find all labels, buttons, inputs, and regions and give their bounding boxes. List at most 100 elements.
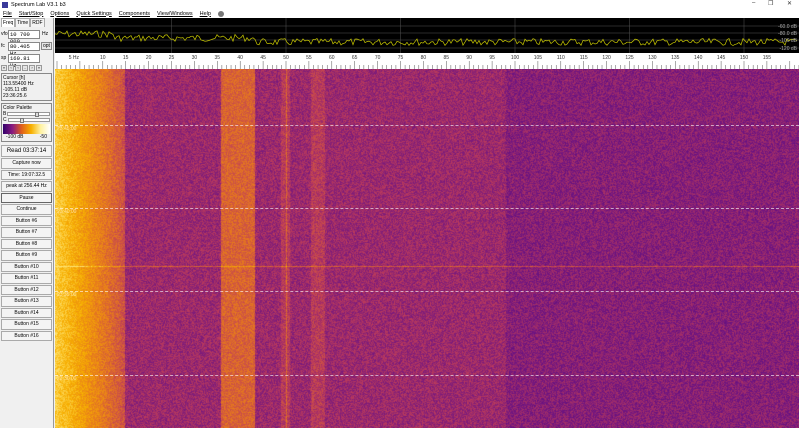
waterfall-display[interactable]: 23:45:00 23:40:00 23:35:00 23:30:00 bbox=[55, 69, 799, 428]
app-icon bbox=[2, 2, 8, 8]
time-marker-line bbox=[55, 125, 799, 126]
db-label: -80.0 dB bbox=[778, 31, 798, 37]
freq-tick-label: 140 bbox=[694, 55, 703, 61]
scroll-far-left-button[interactable]: « bbox=[1, 65, 7, 71]
maximize-button[interactable]: ❐ bbox=[768, 0, 773, 7]
custom-button[interactable]: Button #14 bbox=[1, 308, 52, 319]
window-title: Spectrum Lab V3.1 b3 bbox=[11, 2, 66, 8]
time-marker-line bbox=[55, 208, 799, 209]
db-label: -60.0 dB bbox=[778, 24, 798, 30]
db-label: -120 dB bbox=[779, 46, 797, 52]
scroll-left-button[interactable]: ‹ bbox=[8, 65, 14, 71]
cursor-info: Cursor [h] 113.55400 Hz -105.11 dB 23:36… bbox=[1, 73, 52, 101]
menu-quick-settings[interactable]: Quick Settings bbox=[76, 11, 111, 17]
freq-tick-label: 75 bbox=[398, 55, 404, 61]
time-label: 23:35:00 bbox=[57, 292, 76, 298]
title-bar: Spectrum Lab V3.1 b3 – ❐ ✕ bbox=[0, 0, 799, 9]
menu-start-stop[interactable]: Start/Stop bbox=[19, 11, 43, 17]
custom-button[interactable]: Button #11 bbox=[1, 273, 52, 284]
time-label: 23:30:00 bbox=[57, 376, 76, 382]
control-panel: Freq Time RDF vfo10 700 000Hz fc80.405 H… bbox=[0, 18, 54, 428]
vfo-unit: Hz bbox=[42, 31, 48, 37]
tab-freq[interactable]: Freq bbox=[1, 18, 15, 27]
status-indicator-icon bbox=[218, 11, 224, 17]
read-button[interactable]: Read 03:37:14 bbox=[1, 145, 52, 157]
step-left-button[interactable]: ‹ bbox=[15, 65, 21, 71]
freq-tick-label: 25 bbox=[169, 55, 175, 61]
custom-button[interactable]: Button #10 bbox=[1, 262, 52, 273]
span-input[interactable]: 160.81 Hz bbox=[8, 54, 40, 63]
time-label: 23:45:00 bbox=[57, 126, 76, 132]
brightness-slider[interactable] bbox=[7, 112, 50, 116]
freq-tick-label: 5 Hz bbox=[69, 55, 80, 61]
freq-tick-label: 145 bbox=[717, 55, 726, 61]
vfo-label: vfo bbox=[1, 31, 8, 37]
tab-rdf[interactable]: RDF bbox=[30, 18, 44, 27]
menu-view-windows[interactable]: View/Windows bbox=[157, 11, 193, 17]
time-marker-line bbox=[55, 375, 799, 376]
custom-button[interactable]: Button #7 bbox=[1, 227, 52, 238]
freq-tick-label: 15 bbox=[123, 55, 129, 61]
palette-max: -50 bbox=[40, 134, 47, 140]
custom-button[interactable]: Button #6 bbox=[1, 216, 52, 227]
custom-button[interactable]: Button #15 bbox=[1, 319, 52, 330]
custom-button[interactable]: Button #13 bbox=[1, 296, 52, 307]
freq-tick-label: 30 bbox=[192, 55, 198, 61]
frequency-scale[interactable]: 5 Hz 10 15 20 25 30 35 40 45 50 55 60 65 70 75 80 85 90 95… bbox=[55, 53, 799, 69]
freq-tick-label: 45 bbox=[260, 55, 266, 61]
fc-input[interactable]: 80.405 Hz bbox=[8, 42, 40, 51]
contrast-slider[interactable] bbox=[8, 118, 50, 122]
palette-gradient bbox=[3, 124, 50, 134]
freq-tick-label: 120 bbox=[602, 55, 611, 61]
sp-label: sp bbox=[1, 55, 8, 61]
freq-tick-label: 110 bbox=[557, 55, 565, 61]
freq-tick-label: 70 bbox=[375, 55, 381, 61]
freq-tick-label: 105 bbox=[534, 55, 543, 61]
freq-tick-label: 60 bbox=[329, 55, 335, 61]
opt-button[interactable]: opt bbox=[41, 42, 52, 50]
time-button[interactable]: Time: 19:07:32.5 bbox=[1, 170, 52, 181]
spectrum-display[interactable]: -60.0 dB -80.0 dB -100 dB -120 dB bbox=[55, 18, 799, 53]
color-palette: Color Palette B C -100 dB -50 bbox=[1, 103, 52, 142]
freq-tick-label: 40 bbox=[237, 55, 243, 61]
freq-tick-label: 65 bbox=[352, 55, 358, 61]
tab-time[interactable]: Time bbox=[15, 18, 30, 27]
custom-button[interactable]: Button #16 bbox=[1, 331, 52, 342]
minimize-button[interactable]: – bbox=[752, 0, 755, 6]
vfo-input[interactable]: 10 700 000 bbox=[8, 30, 40, 39]
menu-help[interactable]: Help bbox=[200, 11, 211, 17]
freq-tick-label: 90 bbox=[466, 55, 472, 61]
freq-tick-label: 20 bbox=[146, 55, 152, 61]
freq-tick-label: 115 bbox=[580, 55, 588, 61]
freq-tick-label: 125 bbox=[625, 55, 634, 61]
freq-tick-label: 95 bbox=[489, 55, 495, 61]
custom-button[interactable]: Button #9 bbox=[1, 250, 52, 261]
freq-tick-label: 130 bbox=[648, 55, 657, 61]
pause-button[interactable]: Pause bbox=[1, 193, 52, 204]
freq-tick-label: 100 bbox=[511, 55, 520, 61]
menu-options[interactable]: Options bbox=[50, 11, 69, 17]
menu-file[interactable]: File bbox=[3, 11, 12, 17]
freq-tick-label: 35 bbox=[215, 55, 221, 61]
time-marker-line bbox=[55, 291, 799, 292]
freq-tick-label: 85 bbox=[444, 55, 450, 61]
scroll-right-button[interactable]: › bbox=[29, 65, 35, 71]
zoom-out-button[interactable]: - bbox=[22, 65, 28, 71]
capture-now-button[interactable]: Capture now bbox=[1, 158, 52, 169]
freq-tick-label: 10 bbox=[100, 55, 106, 61]
db-label: -100 dB bbox=[779, 38, 797, 44]
freq-tick-label: 55 bbox=[306, 55, 312, 61]
custom-button[interactable]: Button #12 bbox=[1, 285, 52, 296]
cursor-time: 23:36:25.6 bbox=[3, 93, 50, 99]
continue-button[interactable]: Continue bbox=[1, 204, 52, 215]
scroll-far-right-button[interactable]: » bbox=[36, 65, 42, 71]
freq-tick-label: 50 bbox=[283, 55, 289, 61]
freq-tick-label: 135 bbox=[671, 55, 680, 61]
menu-bar: File Start/Stop Options Quick Settings C… bbox=[0, 9, 799, 18]
custom-button[interactable]: Button #8 bbox=[1, 239, 52, 250]
freq-tick-label: 80 bbox=[421, 55, 427, 61]
peak-button[interactable]: peak at 256.44 Hz bbox=[1, 181, 52, 192]
freq-tick-label: 155 bbox=[763, 55, 772, 61]
close-button[interactable]: ✕ bbox=[787, 0, 792, 7]
menu-components[interactable]: Components bbox=[119, 11, 150, 17]
